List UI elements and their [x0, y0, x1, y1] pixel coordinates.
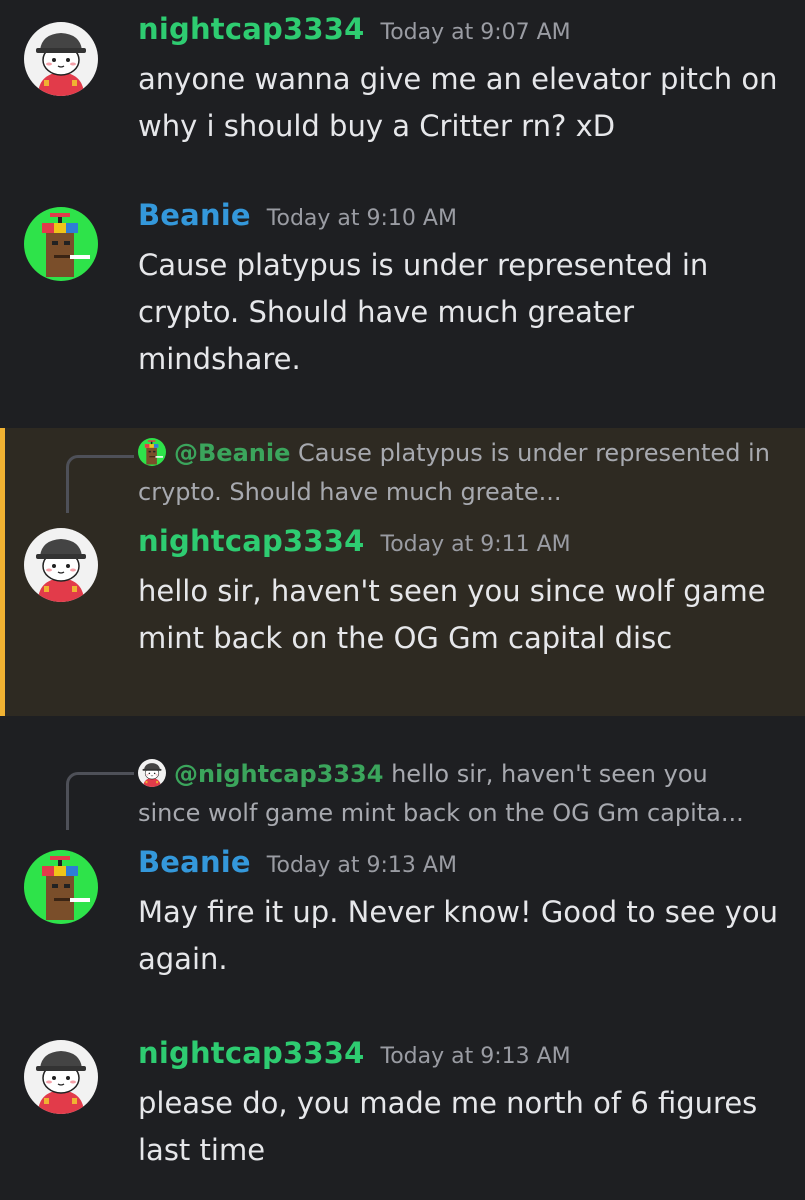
- message-author[interactable]: nightcap3334: [138, 1036, 365, 1070]
- user-avatar-nightcap-icon: [24, 528, 98, 602]
- reply-mention[interactable]: @Beanie: [174, 439, 290, 467]
- message-timestamp: Today at 9:10 AM: [266, 206, 457, 231]
- avatar[interactable]: [24, 528, 98, 602]
- message-timestamp: Today at 9:13 AM: [380, 1044, 571, 1069]
- message-item: nightcap3334 Today at 9:13 AM please do,…: [0, 1030, 805, 1200]
- reply-avatar: [138, 759, 166, 787]
- message-text: anyone wanna give me an elevator pitch o…: [138, 62, 778, 143]
- avatar[interactable]: [24, 207, 98, 281]
- user-avatar-nightcap-icon: [138, 759, 166, 787]
- message-author[interactable]: Beanie: [138, 845, 251, 879]
- avatar[interactable]: [24, 22, 98, 96]
- reply-connector: [66, 455, 134, 513]
- reply-avatar: [138, 438, 166, 466]
- avatar[interactable]: [24, 850, 98, 924]
- message-timestamp: Today at 9:13 AM: [266, 853, 457, 878]
- message-text: May fire it up. Never know! Good to see …: [138, 895, 779, 976]
- avatar[interactable]: [24, 1040, 98, 1114]
- message-author[interactable]: Beanie: [138, 198, 251, 232]
- message-text: hello sir, haven't seen you since wolf g…: [138, 574, 766, 655]
- reply-preview[interactable]: @nightcap3334 hello sir, haven't seen yo…: [138, 755, 775, 833]
- user-avatar-beanie-icon: [24, 207, 98, 281]
- message-item: @nightcap3334 hello sir, haven't seen yo…: [0, 752, 805, 1002]
- reply-preview[interactable]: @Beanie Cause platypus is under represen…: [138, 434, 775, 512]
- message-text: please do, you made me north of 6 figure…: [138, 1086, 758, 1167]
- message-text: Cause platypus is under represented in c…: [138, 248, 709, 376]
- message-author[interactable]: nightcap3334: [138, 524, 365, 558]
- message-item: nightcap3334 Today at 9:07 AM anyone wan…: [0, 0, 805, 175]
- message-item: Beanie Today at 9:10 AM Cause platypus i…: [0, 195, 805, 405]
- chat-message-list: nightcap3334 Today at 9:07 AM anyone wan…: [0, 0, 805, 1200]
- message-item-highlighted: @Beanie Cause platypus is under represen…: [0, 428, 805, 716]
- reply-mention[interactable]: @nightcap3334: [174, 760, 383, 788]
- user-avatar-nightcap-icon: [24, 1040, 98, 1114]
- message-author[interactable]: nightcap3334: [138, 12, 365, 46]
- user-avatar-beanie-icon: [138, 438, 166, 466]
- message-timestamp: Today at 9:11 AM: [380, 532, 571, 557]
- user-avatar-nightcap-icon: [24, 22, 98, 96]
- user-avatar-beanie-icon: [24, 850, 98, 924]
- reply-connector: [66, 772, 134, 830]
- message-timestamp: Today at 9:07 AM: [380, 20, 571, 45]
